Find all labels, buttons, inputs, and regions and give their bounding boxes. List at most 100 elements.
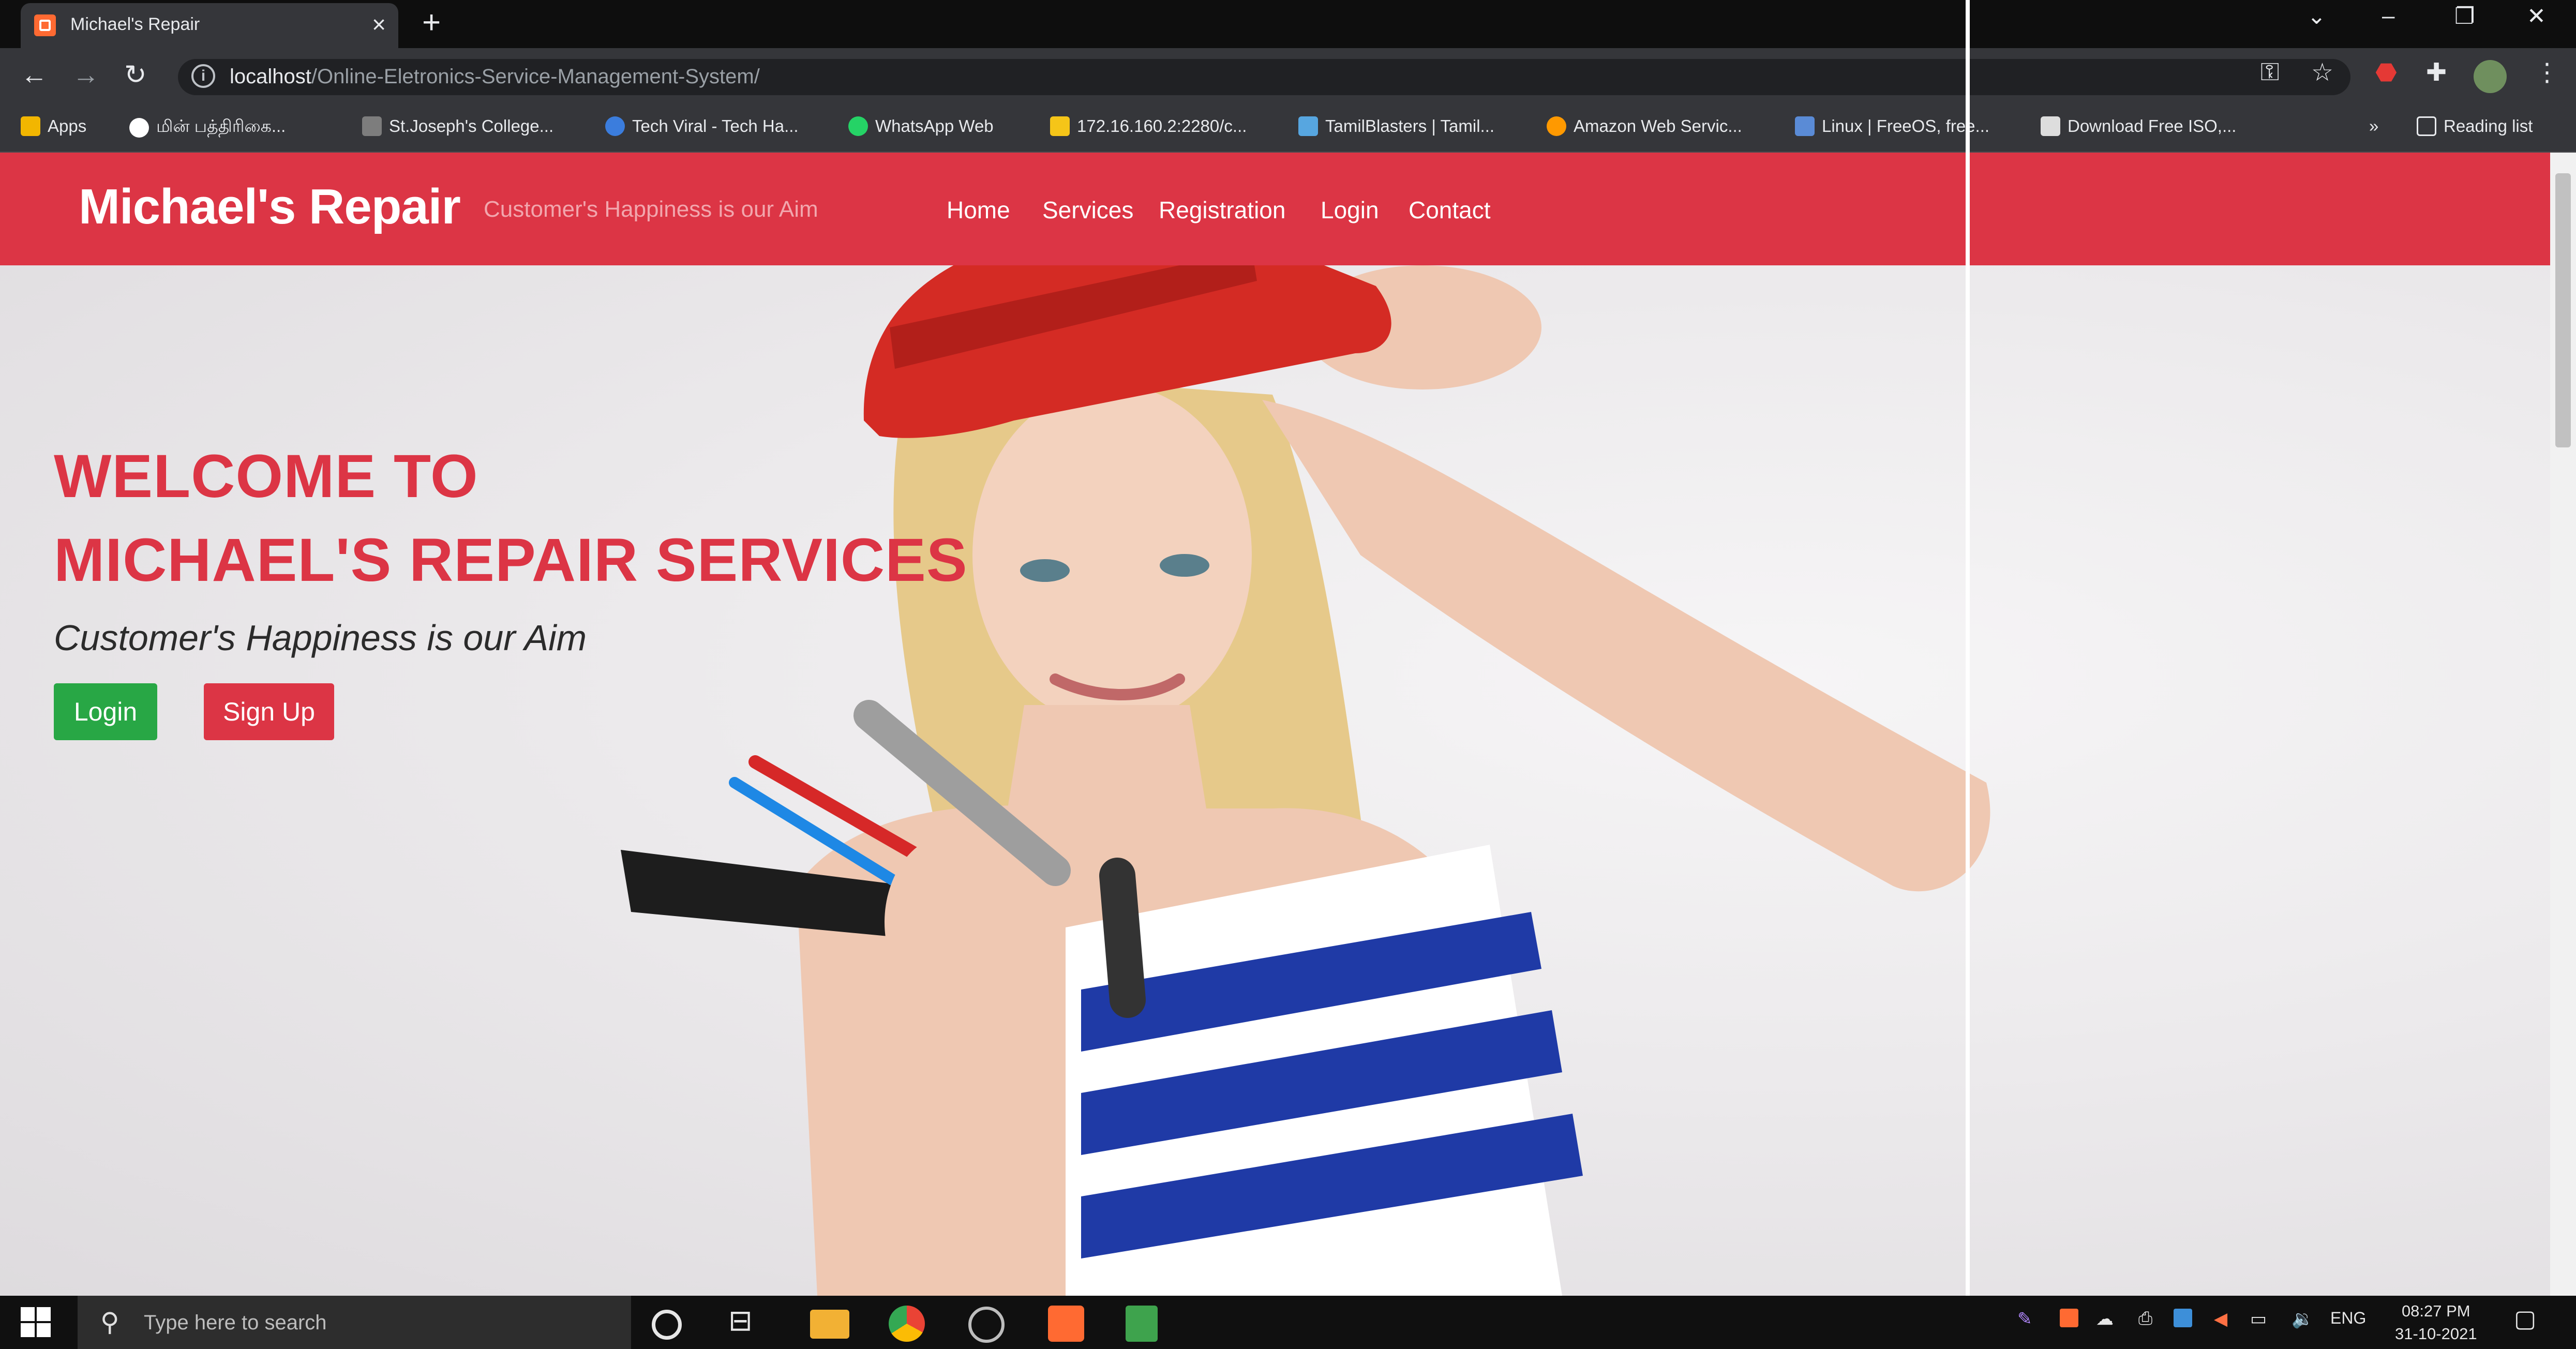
hero-image (621, 265, 1990, 1296)
network-icon[interactable]: ▭ (2250, 1309, 2267, 1329)
minimize-icon[interactable]: – (2382, 3, 2394, 29)
bookmark-apps[interactable]: Apps (21, 116, 86, 136)
hero-section: WELCOME TO MICHAEL'S REPAIR SERVICES Cus… (0, 265, 2550, 1296)
clock-date: 31-10-2021 (2395, 1325, 2477, 1343)
whatsapp-icon (848, 116, 868, 136)
aws-cube-icon (1547, 116, 1566, 136)
apps-grid-icon (21, 116, 40, 136)
taskbar-search-box[interactable]: ⚲ Type here to search (78, 1296, 631, 1349)
file-explorer-icon[interactable] (810, 1310, 849, 1339)
notifications-icon[interactable]: ▢ (2514, 1305, 2536, 1332)
more-bookmarks-label: » (2369, 116, 2379, 136)
bookmark-item[interactable]: WhatsApp Web (848, 116, 994, 136)
address-bar[interactable]: i localhost/Online-Eletronics-Service-Ma… (178, 59, 2350, 95)
profile-avatar[interactable] (2474, 60, 2507, 93)
hero-heading-line1: WELCOME TO (54, 442, 478, 511)
techviral-icon (605, 116, 625, 136)
onedrive-icon[interactable]: ☁ (2096, 1309, 2114, 1329)
bookmark-item[interactable]: TamilBlasters | Tamil... (1298, 116, 1494, 136)
close-window-icon[interactable]: ✕ (2527, 3, 2546, 29)
app-circle-icon[interactable] (968, 1307, 1005, 1343)
site-brand[interactable]: Michael's Repair (79, 178, 461, 235)
tray-app-icon[interactable] (2174, 1309, 2192, 1327)
bookmark-label: Tech Viral - Tech Ha... (632, 116, 799, 136)
extensions-puzzle-icon[interactable]: ✚ (2426, 58, 2447, 87)
hero-heading-line2: MICHAEL'S REPAIR SERVICES (54, 526, 968, 594)
language-indicator[interactable]: ENG (2330, 1309, 2366, 1328)
reading-list-icon (2417, 116, 2436, 136)
reading-list-label: Reading list (2444, 116, 2533, 136)
menu-dots-icon[interactable]: ⋮ (2535, 58, 2559, 87)
windows-start-icon[interactable] (21, 1307, 51, 1337)
hero-tagline: Customer's Happiness is our Aim (54, 618, 587, 658)
tab-title: Michael's Repair (70, 14, 200, 34)
tray-xampp-icon[interactable] (2060, 1309, 2078, 1327)
download-icon (2041, 116, 2060, 136)
notepad-icon[interactable] (1126, 1306, 1158, 1342)
bookmark-label: Linux | FreeOS, free... (1822, 116, 1990, 136)
bookmark-label: மின் பத்திரிகை... (156, 116, 286, 136)
bookmark-label: 172.16.160.2:2280/c... (1077, 116, 1247, 136)
search-icon: ⚲ (100, 1308, 119, 1337)
reading-list-button[interactable]: Reading list (2417, 116, 2533, 136)
bookmark-item[interactable]: Tech Viral - Tech Ha... (605, 116, 799, 136)
globe-icon (129, 117, 149, 138)
more-bookmarks-button[interactable]: » (2369, 116, 2378, 136)
xampp-icon[interactable] (1048, 1306, 1084, 1342)
scrollbar-thumb[interactable] (2555, 173, 2571, 447)
search-placeholder: Type here to search (144, 1311, 327, 1334)
address-url: localhost/Online-Eletronics-Service-Mana… (230, 65, 760, 88)
bookmark-item[interactable]: Download Free ISO,... (2041, 116, 2236, 136)
site-info-icon[interactable]: i (191, 64, 215, 88)
bookmark-item[interactable]: மின் பத்திரிகை... (129, 116, 286, 139)
chrome-icon[interactable] (889, 1306, 925, 1342)
clock-time: 08:27 PM (2401, 1302, 2470, 1320)
new-tab-icon[interactable]: + (422, 4, 441, 41)
hero-login-button[interactable]: Login (54, 683, 157, 740)
bookmark-item[interactable]: St.Joseph's College... (362, 116, 553, 136)
task-view-icon[interactable]: ⊟ (728, 1303, 766, 1341)
tab-search-chevron-icon[interactable]: ⌄ (2307, 3, 2326, 29)
college-icon (362, 116, 382, 136)
nav-login[interactable]: Login (1321, 196, 1379, 224)
browser-tab[interactable]: Michael's Repair × (21, 3, 398, 48)
pen-icon[interactable]: ✎ (2017, 1309, 2032, 1329)
hero-signup-button[interactable]: Sign Up (204, 683, 334, 740)
page-scrollbar[interactable] (2550, 153, 2576, 1296)
tamilblasters-icon (1298, 116, 1318, 136)
taskbar-clock[interactable]: 08:27 PM 31-10-2021 (2395, 1300, 2477, 1345)
usb-icon[interactable]: ⎙ (2138, 1309, 2152, 1329)
web-page: Michael's Repair Customer's Happiness is… (0, 153, 2550, 1296)
bookmark-label: Download Free ISO,... (2068, 116, 2237, 136)
screen-divider (1966, 0, 1970, 1349)
nav-home[interactable]: Home (947, 196, 1010, 224)
bookmark-label: WhatsApp Web (875, 116, 994, 136)
restore-icon[interactable]: ❐ (2454, 3, 2475, 29)
nav-services[interactable]: Services (1042, 196, 1133, 224)
cortana-icon[interactable] (652, 1310, 682, 1340)
navbar-tagline: Customer's Happiness is our Aim (484, 197, 818, 222)
bookmark-item[interactable]: Linux | FreeOS, free... (1795, 116, 1989, 136)
bookmark-label: TamilBlasters | Tamil... (1325, 116, 1495, 136)
bookmark-item[interactable]: Amazon Web Servic... (1547, 116, 1742, 136)
bookmark-item[interactable]: 172.16.160.2:2280/c... (1050, 116, 1247, 136)
tab-close-icon[interactable]: × (372, 10, 386, 38)
bookmark-star-icon[interactable]: ☆ (2311, 58, 2333, 87)
bookmarks-bar: Apps மின் பத்திரிகை... St.Joseph's Colle… (0, 106, 2576, 153)
password-key-icon[interactable]: ⚿ (2260, 58, 2280, 87)
site-favicon-icon (34, 14, 56, 36)
bookmark-label: Amazon Web Servic... (1574, 116, 1742, 136)
nav-contact[interactable]: Contact (1409, 196, 1491, 224)
volume-icon[interactable]: 🔉 (2292, 1309, 2313, 1329)
back-icon[interactable]: ← (21, 59, 48, 91)
site-navbar: Michael's Repair Customer's Happiness is… (0, 153, 2550, 265)
reload-icon[interactable]: ↻ (124, 59, 147, 91)
linux-icon (1795, 116, 1815, 136)
nav-registration[interactable]: Registration (1159, 196, 1285, 224)
browser-tab-strip: Michael's Repair × + ⌄ – ❐ ✕ (0, 0, 2576, 48)
speaker-alert-icon[interactable]: ◀ (2214, 1309, 2227, 1329)
bookmark-label: Apps (48, 116, 87, 136)
forward-icon[interactable]: → (72, 59, 99, 91)
gift-icon (1050, 116, 1070, 136)
extension-shield-icon[interactable]: ⬣ (2375, 58, 2397, 87)
